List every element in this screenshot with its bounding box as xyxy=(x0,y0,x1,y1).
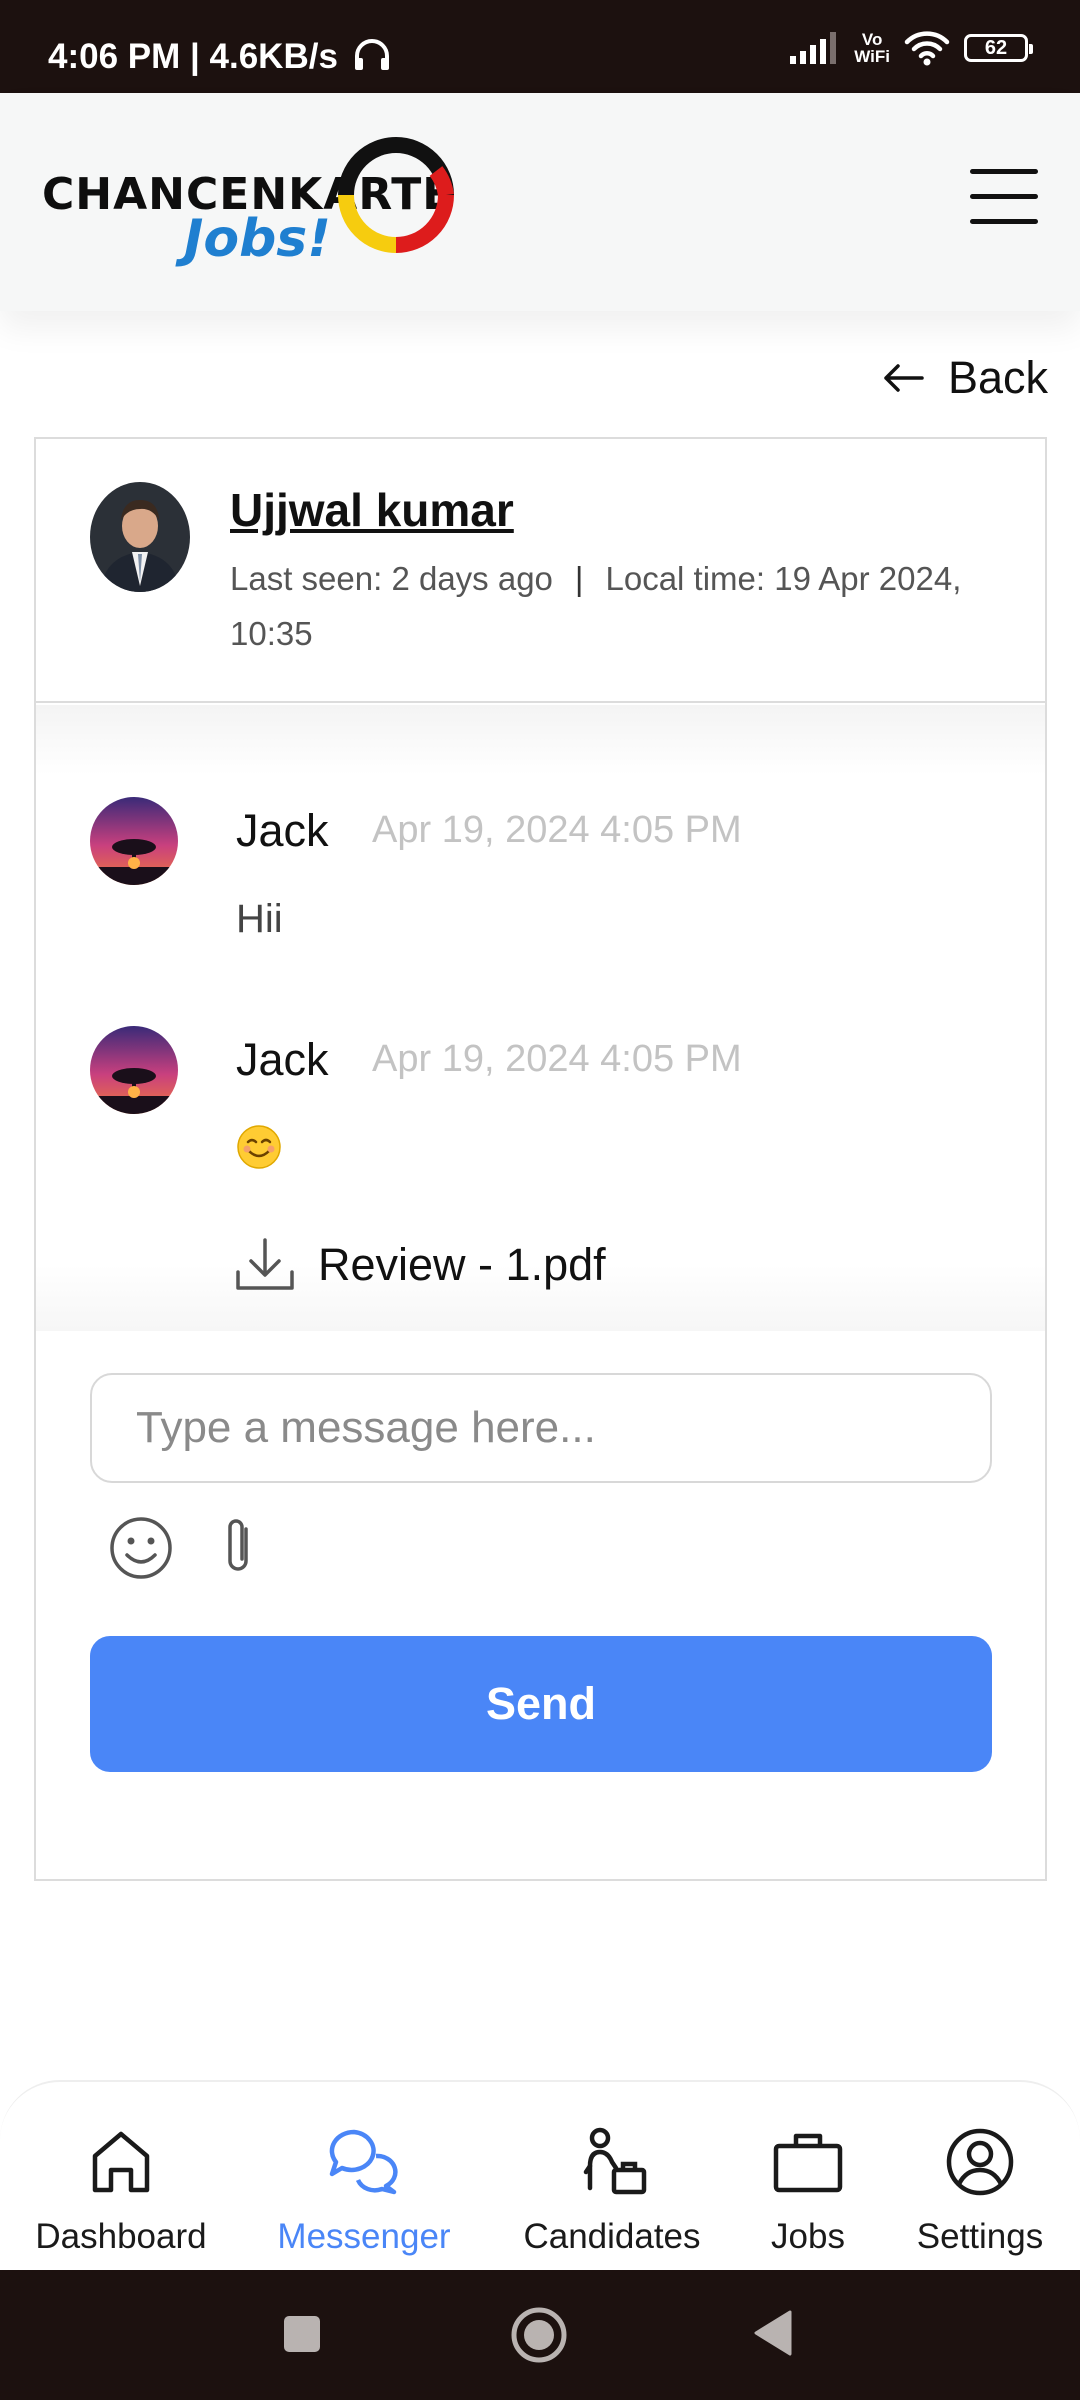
meta-separator: | xyxy=(574,560,584,597)
chat-bubbles-icon xyxy=(329,2129,398,2195)
attachment-download-link[interactable]: Review - 1.pdf xyxy=(234,1236,606,1294)
nav-label: Candidates xyxy=(523,2217,701,2256)
chat-panel: Ujjwal kumar Last seen: 2 days ago | Local… xyxy=(34,437,1047,1881)
sender-avatar-image xyxy=(90,1026,178,1114)
sender-avatar[interactable] xyxy=(90,797,178,885)
back-button[interactable]: Back xyxy=(882,352,1048,404)
paperclip-attach-icon[interactable] xyxy=(220,1515,256,1579)
headphones-icon xyxy=(354,39,389,70)
nav-label: Messenger xyxy=(277,2217,451,2256)
vowifi-top: Vo xyxy=(861,30,883,49)
home-icon xyxy=(92,2131,150,2193)
message-input[interactable] xyxy=(90,1373,992,1483)
message-composer: Send xyxy=(36,1331,1045,1879)
arrow-left-icon xyxy=(884,364,924,392)
message-timestamp: Apr 19, 2024 4:05 PM xyxy=(372,809,742,851)
emoji-picker-icon[interactable] xyxy=(108,1515,174,1581)
hamburger-line xyxy=(970,219,1038,224)
logo-subtitle: Jobs! xyxy=(184,209,331,269)
hamburger-line xyxy=(970,194,1038,199)
hamburger-line xyxy=(970,169,1038,174)
last-seen-text: Last seen: 2 days ago xyxy=(230,560,553,597)
hamburger-menu-button[interactable] xyxy=(970,169,1038,225)
system-navigation-bar xyxy=(0,2270,1080,2400)
app-header: CHANCENKARTE Jobs! xyxy=(0,93,1080,311)
bottom-navigation: Dashboard Messenger Candidates Jobs Sett… xyxy=(0,2080,1080,2270)
status-bar: 4:06 PM | 4.6KB/s Vo WiFi 62 xyxy=(0,0,1080,93)
nav-jobs[interactable]: Jobs xyxy=(708,2122,908,2262)
back-triangle-icon[interactable] xyxy=(752,2308,794,2358)
nav-dashboard[interactable]: Dashboard xyxy=(21,2122,221,2262)
chancenkarte-logo[interactable]: CHANCENKARTE Jobs! xyxy=(42,131,472,271)
smiling-emoji-icon xyxy=(237,1125,281,1169)
battery-level: 62 xyxy=(984,36,1008,59)
nav-candidates[interactable]: Candidates xyxy=(512,2122,712,2262)
download-icon xyxy=(236,1238,294,1290)
attachment-filename: Review - 1.pdf xyxy=(318,1239,606,1290)
message-text: Hii xyxy=(236,897,283,941)
signal-icon xyxy=(790,32,837,64)
message-author: Jack xyxy=(236,1034,329,1085)
briefcase-icon xyxy=(773,2133,843,2193)
sender-avatar[interactable] xyxy=(90,1026,178,1114)
contact-avatar-image xyxy=(90,482,190,592)
nav-label: Jobs xyxy=(771,2217,845,2256)
nav-label: Settings xyxy=(916,2217,1044,2256)
message-author: Jack xyxy=(236,805,329,856)
contact-header: Ujjwal kumar Last seen: 2 days ago | Local… xyxy=(36,439,1045,703)
message-timestamp: Apr 19, 2024 4:05 PM xyxy=(372,1038,742,1080)
nav-label: Dashboard xyxy=(35,2217,207,2256)
home-circle-icon[interactable] xyxy=(510,2306,568,2364)
contact-meta: Last seen: 2 days ago | Local time: 19 Apr… xyxy=(230,551,1020,661)
status-time: 4:06 PM | 4.6KB/s xyxy=(48,36,392,77)
contact-avatar[interactable] xyxy=(90,482,190,592)
vowifi-indicator: Vo WiFi xyxy=(854,31,890,65)
battery-indicator: 62 xyxy=(964,34,1033,62)
message-list: Jack Apr 19, 2024 4:05 PM Hii Jack Apr 1… xyxy=(36,705,1045,1331)
nav-settings[interactable]: Settings xyxy=(880,2122,1080,2262)
recent-apps-icon[interactable] xyxy=(282,2314,322,2354)
candidate-briefcase-icon xyxy=(583,2127,647,2195)
nav-messenger[interactable]: Messenger xyxy=(264,2122,464,2262)
contact-name-link[interactable]: Ujjwal kumar xyxy=(230,483,514,537)
logo-ring-icon xyxy=(338,137,454,253)
send-button[interactable]: Send xyxy=(90,1636,992,1772)
user-circle-icon xyxy=(946,2128,1014,2196)
vowifi-bottom: WiFi xyxy=(854,47,890,66)
sender-avatar-image xyxy=(90,797,178,885)
back-label: Back xyxy=(947,352,1048,403)
status-time-text: 4:06 PM | 4.6KB/s xyxy=(48,37,338,76)
wifi-icon xyxy=(904,31,950,66)
